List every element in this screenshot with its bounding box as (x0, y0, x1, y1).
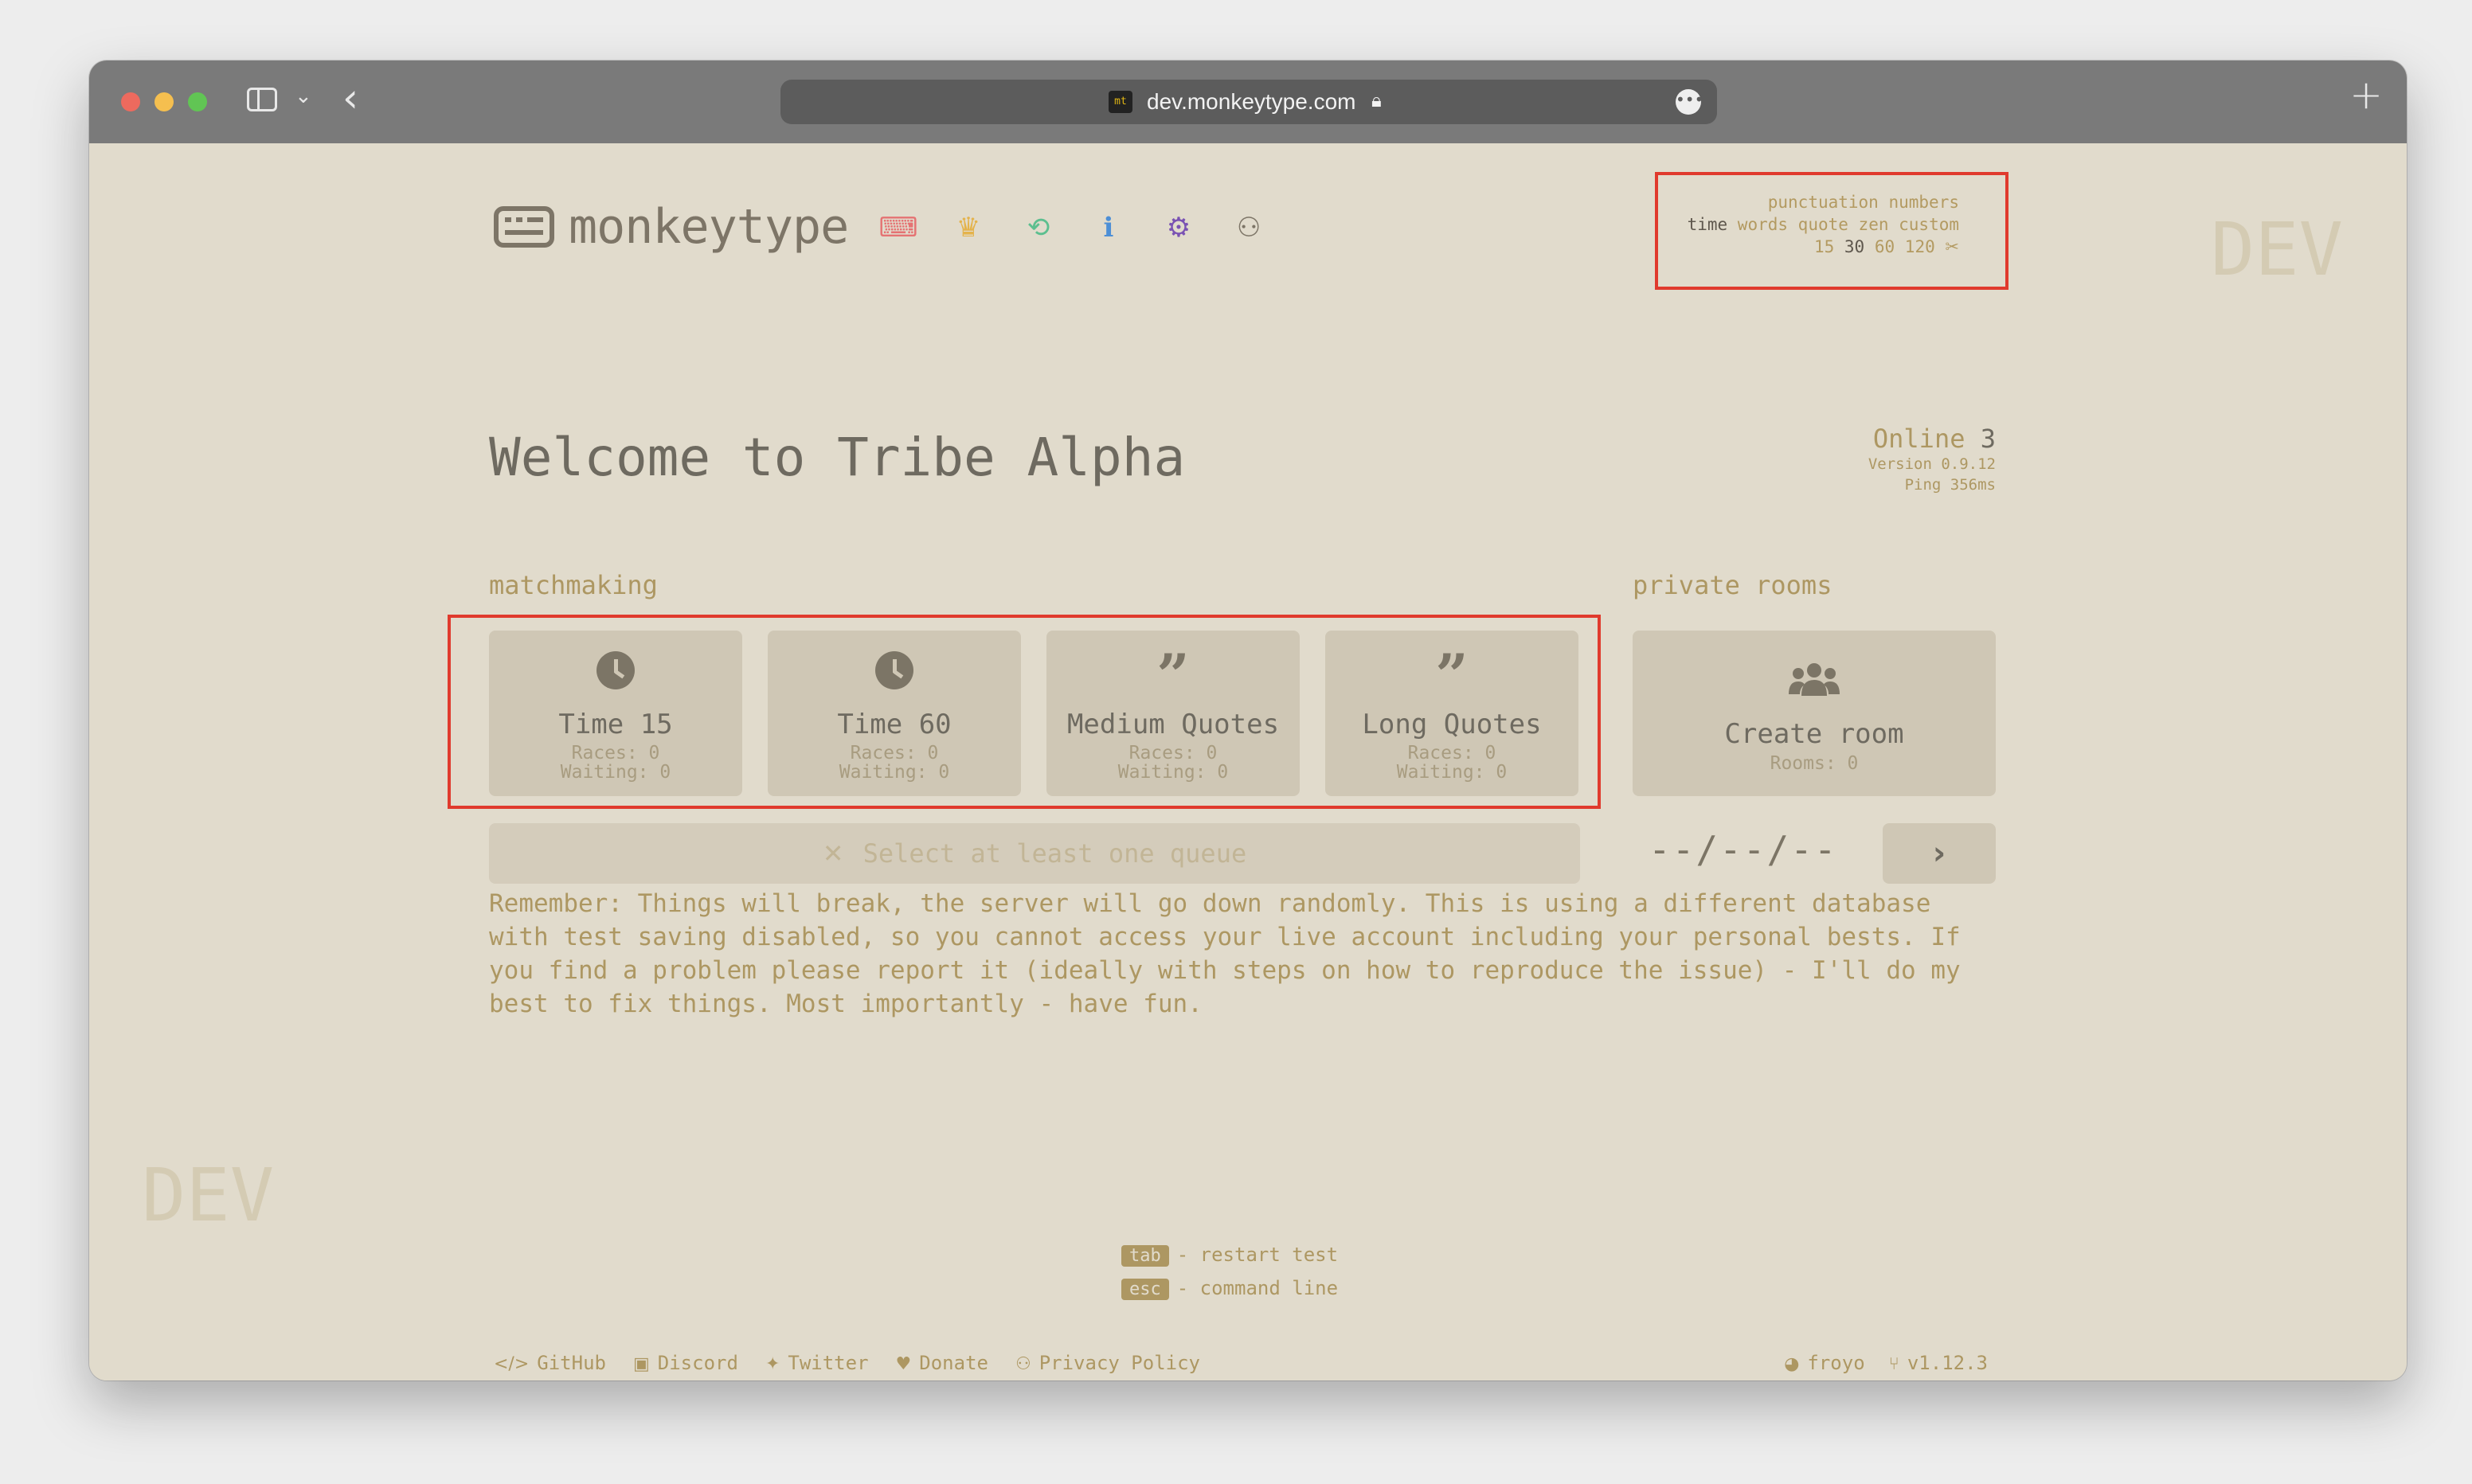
privacy-policy-link[interactable]: ⚇ Privacy Policy (1015, 1352, 1200, 1374)
palette-icon: ◕ (1784, 1354, 1800, 1374)
code-branch-icon: ⑂ (1888, 1354, 1899, 1374)
back-arrow-icon[interactable]: ‹ (342, 75, 358, 121)
hint-esc: esc - command line (1121, 1272, 1338, 1306)
zoom-window-button[interactable] (188, 92, 207, 111)
config-row-modifiers: punctuation numbers (1768, 193, 1959, 212)
dev-watermark-top: DEV (2210, 207, 2343, 292)
queue-long-quotes[interactable]: ” Long Quotes Races: 0 Waiting: 0 (1325, 631, 1578, 796)
close-icon: ✕ (822, 838, 844, 869)
tab-key: tab (1121, 1245, 1169, 1267)
duration-15[interactable]: 15 (1814, 237, 1834, 256)
mode-time[interactable]: time (1688, 215, 1728, 234)
ping-text: Ping 356ms (1904, 476, 1996, 494)
new-tab-icon[interactable]: + (2349, 72, 2383, 118)
crown-icon[interactable]: ♛ (933, 212, 1003, 244)
duration-60[interactable]: 60 (1875, 237, 1895, 256)
queue-medium-quotes[interactable]: ” Medium Quotes Races: 0 Waiting: 0 (1046, 631, 1300, 796)
quote-icon: ” (1156, 641, 1190, 709)
queue-stats: Races: 0 Waiting: 0 (560, 743, 671, 783)
page-viewport: DEV DEV monkeytype ⌨ ♛ ⟲ i ⚙ ⚇ punctuati… (89, 143, 2407, 1381)
duration-30[interactable]: 30 (1844, 237, 1864, 256)
chevron-down-icon[interactable]: ⌄ (295, 84, 312, 108)
url-text[interactable]: dev.monkeytype.com (1147, 89, 1356, 115)
keyboard-hints: tab - restart test esc - command line (1121, 1239, 1338, 1306)
create-room-title: Create room (1724, 718, 1904, 750)
server-stats: Online 3 Version 0.9.12 Ping 356ms (1868, 424, 1996, 495)
numbers-toggle[interactable]: numbers (1888, 193, 1959, 212)
address-bar[interactable]: mt dev.monkeytype.com 🔒︎ ••• (780, 80, 1717, 124)
twitter-link[interactable]: ✦ Twitter (765, 1352, 869, 1374)
favicon-icon: mt (1109, 91, 1132, 113)
queue-stats: Races: 0 Waiting: 0 (1396, 743, 1508, 783)
create-room-button[interactable]: Create room Rooms: 0 (1633, 631, 1996, 796)
browser-window: ⌄ ‹ mt dev.monkeytype.com 🔒︎ ••• + DEV D… (89, 61, 2407, 1381)
version-button[interactable]: ⑂ v1.12.3 (1889, 1352, 1988, 1374)
theme-button[interactable]: ◕ froyo (1784, 1352, 1864, 1374)
mode-custom[interactable]: custom (1899, 215, 1959, 234)
config-row-modes: time words quote zen custom (1688, 215, 1959, 234)
mode-words[interactable]: words (1738, 215, 1788, 234)
user-icon[interactable]: ⚇ (1214, 212, 1284, 244)
logo[interactable]: monkeytype (494, 199, 849, 255)
sidebar-toggle-icon[interactable] (247, 88, 277, 111)
lock-icon: 🔒︎ (1371, 89, 1382, 111)
dev-watermark-bottom: DEV (142, 1153, 275, 1238)
version-text: Version 0.9.12 (1868, 455, 1996, 473)
minimize-window-button[interactable] (154, 92, 174, 111)
esc-key: esc (1121, 1279, 1169, 1300)
test-config-panel: punctuation numbers time words quote zen… (1655, 172, 2008, 290)
footer-meta: ◕ froyo ⑂ v1.12.3 (1784, 1352, 1988, 1374)
top-nav: ⌨ ♛ ⟲ i ⚙ ⚇ (863, 212, 1284, 244)
alpha-notice: Remember: Things will break, the server … (489, 889, 1961, 1018)
queue-title: Time 60 (837, 709, 952, 740)
donate-link[interactable]: ♥ Donate (896, 1352, 988, 1374)
hint-tab: tab - restart test (1121, 1239, 1338, 1272)
mode-zen[interactable]: zen (1859, 215, 1889, 234)
clock-icon (768, 651, 1021, 697)
page-title: Welcome to Tribe Alpha (489, 427, 1186, 488)
queue-title: Long Quotes (1362, 709, 1542, 740)
clock-icon (489, 651, 742, 697)
keyboard-logo-icon (494, 206, 554, 248)
queue-time-15[interactable]: Time 15 Races: 0 Waiting: 0 (489, 631, 742, 796)
queue-stats: Races: 0 Waiting: 0 (1117, 743, 1229, 783)
private-rooms-label: private rooms (1633, 570, 1832, 600)
logo-text: monkeytype (569, 199, 849, 255)
gear-icon[interactable]: ⚙ (1144, 212, 1214, 244)
donate-icon: ♥ (895, 1354, 912, 1374)
matchmaking-label: matchmaking (489, 570, 658, 600)
footer-links: </> GitHub ▣ Discord ✦ Twitter ♥ Donate ⚇ Pri… (494, 1352, 1200, 1374)
twitter-icon: ✦ (765, 1354, 780, 1374)
queue-time-60[interactable]: Time 60 Races: 0 Waiting: 0 (768, 631, 1021, 796)
queue-title: Time 15 (558, 709, 673, 740)
config-row-durations: 15 30 60 120 ✂ (1814, 237, 1959, 256)
mode-quote[interactable]: quote (1798, 215, 1848, 234)
more-options-icon[interactable]: ••• (1676, 89, 1703, 115)
browser-titlebar: ⌄ ‹ mt dev.monkeytype.com 🔒︎ ••• + (89, 61, 2407, 143)
select-queue-text: Select at least one queue (862, 838, 1247, 869)
start-matchmaking-button[interactable]: ✕ Select at least one queue (489, 823, 1580, 884)
punctuation-toggle[interactable]: punctuation (1768, 193, 1879, 212)
discord-link[interactable]: ▣ Discord (633, 1352, 738, 1374)
user-shield-icon: ⚇ (1015, 1354, 1031, 1374)
custom-duration-tools-icon[interactable]: ✂ (1945, 237, 1959, 256)
rooms-count: Rooms: 0 (1770, 753, 1859, 774)
chevron-right-icon: › (1932, 835, 1946, 872)
quote-icon: ” (1435, 641, 1469, 709)
duration-120[interactable]: 120 (1905, 237, 1935, 256)
online-count: Online 3 (1872, 424, 1996, 454)
queue-title: Medium Quotes (1066, 709, 1280, 740)
info-icon[interactable]: i (1074, 212, 1144, 244)
github-link[interactable]: </> GitHub (494, 1352, 606, 1374)
users-icon (1633, 662, 1996, 706)
queue-stats: Races: 0 Waiting: 0 (839, 743, 950, 783)
close-window-button[interactable] (121, 92, 140, 111)
join-room-button[interactable]: › (1883, 823, 1996, 884)
discord-icon: ▣ (632, 1354, 650, 1374)
keyboard-icon[interactable]: ⌨ (863, 212, 933, 244)
room-code-display: --/--/-- (1649, 828, 1838, 871)
code-icon: </> (494, 1354, 530, 1374)
tribe-icon[interactable]: ⟲ (1003, 212, 1074, 244)
